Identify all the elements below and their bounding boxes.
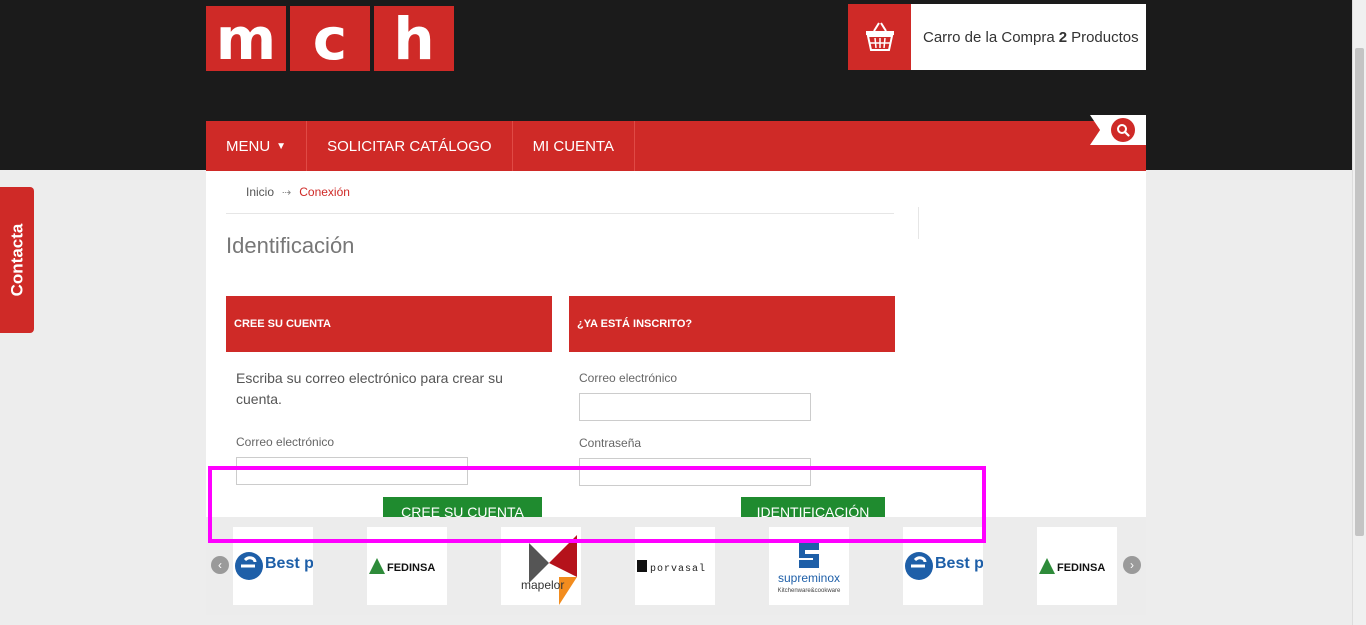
column-divider <box>918 207 919 239</box>
carousel-next-icon[interactable]: › <box>1123 556 1141 574</box>
nav-request-catalog[interactable]: SOLICITAR CATÁLOGO <box>307 121 513 171</box>
nav-my-account-label: MI CUENTA <box>532 137 614 155</box>
brand-name-text: mapelor <box>521 578 564 592</box>
brand-tagline-text: Kitchenware&cookware <box>778 588 841 594</box>
cart-unit: Productos <box>1071 28 1139 46</box>
logo-letter-m: m <box>206 6 286 71</box>
arrow-right-icon: ⇢ <box>282 186 292 199</box>
brand-logo-porvasal[interactable]: porvasal <box>635 527 715 605</box>
brand-name-text: Best products <box>935 555 983 572</box>
page-scrollbar[interactable] <box>1352 0 1366 625</box>
main-nav: MENU ▼ SOLICITAR CATÁLOGO MI CUENTA <box>206 121 1146 171</box>
create-email-label: Correo electrónico <box>236 435 335 449</box>
breadcrumb-current: Conexión <box>299 185 350 199</box>
nav-menu-label: MENU <box>226 137 271 155</box>
cart-count: 2 <box>1058 28 1068 46</box>
carousel-prev-icon[interactable]: ‹ <box>211 556 229 574</box>
search-icon <box>1111 118 1135 142</box>
login-heading: ¿YA ESTÁ INSCRITO? <box>569 296 895 352</box>
logo-letter-c: c <box>290 6 370 71</box>
logo-letter-h: h <box>374 6 454 71</box>
brand-logo-fedinsa-2[interactable]: FEDINSA <box>1037 527 1117 605</box>
password-label: Contraseña <box>579 436 642 450</box>
breadcrumb-home[interactable]: Inicio <box>246 185 274 199</box>
brand-name-text: supreminox <box>778 571 840 585</box>
brand-name-text: FEDINSA <box>1057 562 1105 574</box>
brand-logo-fedinsa[interactable]: FEDINSA <box>367 527 447 605</box>
password-input[interactable] <box>579 458 811 486</box>
shopping-cart[interactable]: Carro de la Compra 2 Productos <box>848 4 1146 70</box>
basket-icon <box>848 4 911 70</box>
brand-name-text: FEDINSA <box>387 562 435 574</box>
caret-down-icon: ▼ <box>276 140 287 152</box>
breadcrumb-divider <box>226 213 894 214</box>
brand-name-text: Best products <box>265 555 313 572</box>
search-toggle[interactable] <box>1090 115 1146 145</box>
login-email-input[interactable] <box>579 393 811 421</box>
contact-tab[interactable]: Contacta <box>0 187 34 333</box>
nav-request-catalog-label: SOLICITAR CATÁLOGO <box>327 137 492 155</box>
brand-logo-supreminox[interactable]: supreminox Kitchenware&cookware <box>769 527 849 605</box>
contact-tab-label: Contacta <box>7 223 27 297</box>
create-account-description: Escriba su correo electrónico para crear… <box>236 370 503 407</box>
main-content: Inicio ⇢ Conexión Identificación CREE SU… <box>206 171 1146 521</box>
brand-logo-best-products[interactable]: Best products <box>233 527 313 605</box>
brand-logo-mapelor[interactable]: mapelor <box>501 527 581 605</box>
page-title: Identificación <box>226 233 355 258</box>
breadcrumb: Inicio ⇢ Conexión <box>246 185 350 199</box>
cart-label: Carro de la Compra <box>923 28 1055 46</box>
site-logo[interactable]: m c h <box>206 6 454 71</box>
cart-summary: Carro de la Compra 2 Productos <box>911 4 1139 70</box>
nav-menu[interactable]: MENU ▼ <box>206 121 308 171</box>
scrollbar-thumb[interactable] <box>1355 48 1364 536</box>
brand-logo-best-products-2[interactable]: Best products <box>903 527 983 605</box>
nav-my-account[interactable]: MI CUENTA <box>513 121 635 171</box>
create-account-heading: CREE SU CUENTA <box>226 296 552 352</box>
create-email-input[interactable] <box>236 457 468 485</box>
login-email-label: Correo electrónico <box>579 371 678 385</box>
brand-carousel: ‹ Best products FEDINSA mapelor porvasal <box>206 517 1146 615</box>
brand-name-text: porvasal <box>650 563 706 575</box>
